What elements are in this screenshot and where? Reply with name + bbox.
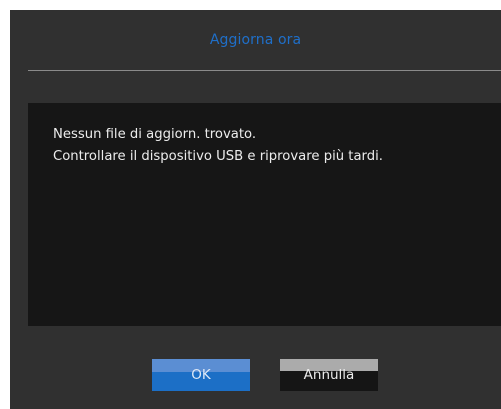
update-dialog: Aggiorna ora Nessun file di aggiorn. tro… (10, 10, 501, 409)
message-line-instructions: Controllare il dispositivo USB e riprova… (53, 149, 383, 164)
message-panel: Nessun file di aggiorn. trovato. Control… (28, 103, 501, 326)
cancel-button[interactable]: Annulla (280, 359, 378, 391)
title-divider (28, 70, 501, 71)
message-line-no-file: Nessun file di aggiorn. trovato. (53, 127, 257, 142)
ok-button[interactable]: OK (152, 359, 250, 391)
dialog-title: Aggiorna ora (209, 32, 302, 48)
